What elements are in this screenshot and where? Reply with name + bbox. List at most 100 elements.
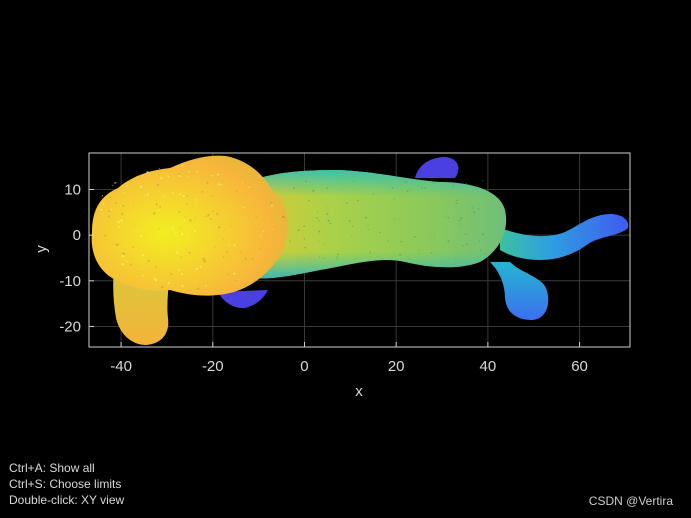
speckle [405,181,407,183]
hint-choose-limits: Ctrl+S: Choose limits [9,477,122,491]
speckle [109,196,112,199]
speckle [178,211,181,214]
speckle [114,182,116,184]
speckle [305,180,307,183]
speckle [171,226,174,229]
speckle [444,216,446,218]
speckle [123,192,126,194]
speckle [319,256,321,258]
speckle [144,194,146,197]
speckle [122,204,125,207]
speckle [316,217,318,219]
speckle [346,202,348,204]
speckle [455,202,458,205]
x-tick-label: 20 [388,358,405,375]
speckle [117,220,120,223]
speckle [129,263,132,266]
speckle [155,203,158,206]
x-tick-label: 60 [571,358,588,375]
speckle [228,244,230,246]
speckle [357,199,359,202]
speckle [185,216,187,218]
speckle [460,217,463,220]
speckle [403,179,405,181]
speckle [477,207,480,210]
speckle [239,250,242,253]
point-cloud-viewer[interactable]: -40 -20 0 20 40 60 10 0 -10 -20 x y [0,0,691,518]
speckle [304,246,306,249]
speckle [318,239,320,241]
speckle [104,234,107,237]
speckle [108,210,111,212]
speckle [132,202,135,204]
speckle [393,218,395,220]
speckle [167,282,170,285]
speckle [255,215,257,218]
speckle [454,257,456,259]
y-tick-label: 10 [64,182,81,199]
speckle [434,234,436,236]
speckle [263,230,265,233]
speckle [310,257,312,259]
speckle [337,253,339,256]
speckle [159,205,162,208]
speckle [387,240,389,242]
speckle [336,258,339,260]
speckle [317,211,319,213]
speckle [417,249,419,251]
speckle [158,167,161,169]
speckle [231,225,233,228]
speckle [186,202,188,205]
hint-xy-view: Double-click: XY view [9,493,125,507]
speckle [428,233,430,235]
speckle [479,240,480,241]
speckle [209,218,212,220]
speckle [160,177,163,180]
speckle [186,195,189,198]
speckle [447,216,450,219]
speckle [181,284,184,288]
y-tick-label: -10 [59,273,81,290]
speckle [222,256,225,258]
speckle [101,195,103,197]
speckle [164,195,166,197]
speckle [289,240,291,242]
speckle [182,195,185,198]
speckle [201,190,204,193]
speckle [234,279,237,282]
speckle [393,199,395,201]
speckle [248,186,251,189]
speckle [154,279,158,282]
speckle [205,215,207,218]
speckle [187,176,189,178]
x-tick-label: 40 [480,358,497,375]
speckle [447,240,450,242]
speckle [341,189,342,191]
speckle [217,183,220,186]
speckle [269,201,273,205]
speckle [236,190,238,192]
speckle [259,248,262,250]
speckle [293,187,296,190]
watermark: CSDN @Vertira [588,494,673,508]
speckle [303,238,306,240]
speckle [203,260,207,263]
speckle [369,251,372,253]
speckle [142,254,145,257]
speckle [146,193,149,196]
speckle [365,216,368,219]
speckle [181,273,184,275]
speckle [326,213,329,215]
speckle [179,233,181,235]
x-tick-label: -40 [110,358,132,375]
speckle [158,228,160,230]
x-tick-label: -20 [202,358,224,375]
speckle [188,251,191,254]
speckle [181,164,184,167]
speckle [424,186,427,189]
speckle [217,226,221,229]
speckle [116,243,119,246]
speckle [179,193,182,196]
speckle [145,223,147,225]
speckle [119,205,121,207]
